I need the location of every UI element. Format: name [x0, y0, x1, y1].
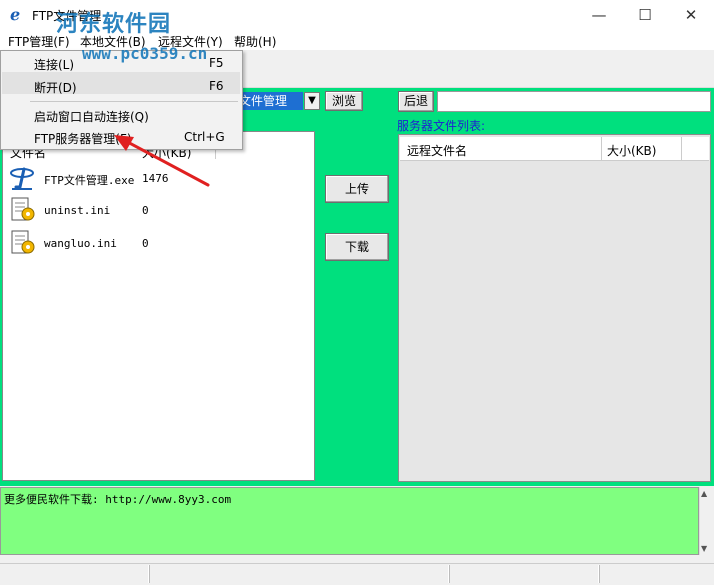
upload-button[interactable]: 上传 — [325, 175, 389, 203]
scroll-down-icon[interactable]: ▼ — [701, 544, 707, 553]
menu-separator — [30, 101, 238, 102]
maximize-button[interactable]: ☐ — [622, 0, 668, 30]
remote-file-list[interactable] — [398, 134, 711, 482]
menu-help[interactable]: 帮助(H) — [234, 33, 276, 50]
local-file-size: 0 — [142, 237, 149, 250]
local-file-size: 0 — [142, 204, 149, 217]
scroll-up-icon[interactable]: ▲ — [701, 489, 707, 498]
remote-path-input[interactable] — [437, 91, 711, 112]
status-bar — [0, 563, 714, 585]
local-file-name[interactable]: uninst.ini — [44, 204, 110, 217]
annotation-arrow-icon — [114, 135, 210, 187]
ftp-app-icon — [10, 165, 34, 191]
column-divider — [601, 137, 602, 161]
remote-col-size[interactable]: 大小(KB) — [607, 142, 656, 159]
local-file-name[interactable]: wangluo.ini — [44, 237, 117, 250]
chevron-down-icon[interactable]: ▼ — [304, 92, 320, 110]
column-divider — [681, 137, 682, 161]
local-path-select[interactable]: 文件管理 — [237, 92, 303, 110]
log-text: 更多便民软件下载: http://www.8yy3.com — [4, 493, 232, 506]
browse-button[interactable]: 浏览 — [325, 91, 363, 111]
menu-item-disconnect[interactable]: 断开(D) — [34, 79, 77, 96]
minimize-button[interactable]: — — [576, 0, 622, 30]
ini-file-icon — [10, 229, 36, 257]
status-divider — [448, 565, 450, 583]
remote-col-name[interactable]: 远程文件名 — [407, 142, 467, 159]
watermark-url: www.pc0359.cn — [82, 44, 208, 63]
app-icon: ℯ — [10, 5, 21, 24]
menu-item-disconnect-shortcut: F6 — [209, 79, 224, 93]
download-button[interactable]: 下载 — [325, 233, 389, 261]
status-divider — [148, 565, 150, 583]
close-button[interactable]: ✕ — [668, 0, 714, 30]
watermark-logo: 河东软件园 — [56, 12, 172, 37]
menu-item-connect[interactable]: 连接(L) — [34, 56, 74, 73]
menu-item-auto-connect[interactable]: 启动窗口自动连接(Q) — [34, 108, 149, 125]
ini-file-icon — [10, 196, 36, 224]
menu-item-connect-shortcut: F5 — [209, 56, 224, 70]
remote-list-label: 服务器文件列表: — [397, 119, 486, 133]
back-button[interactable]: 后退 — [398, 91, 434, 112]
status-divider — [598, 565, 600, 583]
